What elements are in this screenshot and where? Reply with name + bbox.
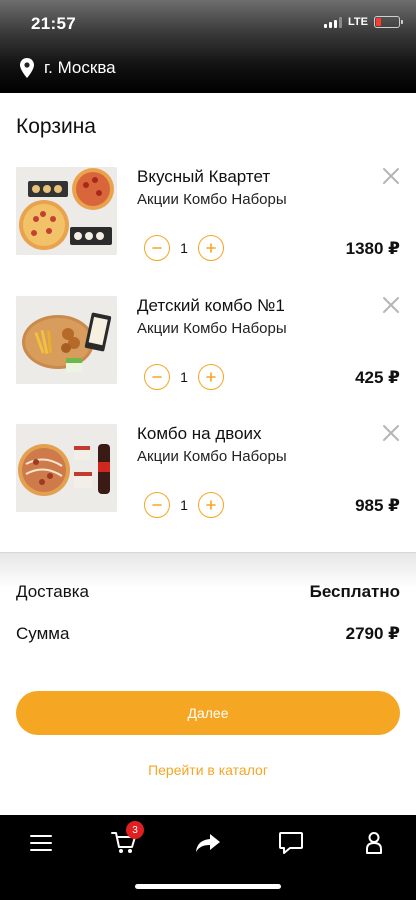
product-category: Акции Комбо Наборы [137,191,287,208]
total-value: 2790 ₽ [345,624,400,643]
product-price: 1380 ₽ [345,239,400,258]
app-header: 21:57 LTE г. Москва [0,0,416,93]
cart-item: Комбо на двоих Акции Комбо Наборы 1 985 … [0,424,416,544]
cart-item: Вкусный Квартет Акции Комбо Наборы 1 138… [0,167,416,287]
product-price: 425 ₽ [355,368,400,387]
quantity-stepper: 1 [144,364,224,390]
chat-icon [279,832,303,854]
tab-profile[interactable] [354,827,394,859]
plus-icon [206,500,216,510]
quantity-value: 1 [180,240,188,256]
close-icon[interactable] [382,167,400,185]
plus-icon [206,243,216,253]
product-image [16,296,117,384]
status-time: 21:57 [31,14,76,33]
product-title: Комбо на двоих [137,424,262,443]
plus-icon [206,372,216,382]
delivery-row: Доставка Бесплатно [16,582,400,602]
close-icon[interactable] [382,296,400,314]
decrease-button[interactable] [144,492,170,518]
tab-menu[interactable] [21,827,61,859]
increase-button[interactable] [198,235,224,261]
increase-button[interactable] [198,364,224,390]
profile-icon [366,832,382,854]
cart-item: Детский комбо №1 Акции Комбо Наборы 1 42… [0,296,416,416]
next-button[interactable]: Далее [16,691,400,735]
decrease-button[interactable] [144,364,170,390]
status-indicators: LTE [324,16,403,28]
tab-cart[interactable]: 3 [104,821,144,859]
home-indicator [135,884,281,889]
decrease-button[interactable] [144,235,170,261]
catalog-link[interactable]: Перейти в каталог [0,762,416,778]
minus-icon [152,376,162,378]
network-label: LTE [348,16,368,28]
quantity-value: 1 [180,369,188,385]
delivery-label: Доставка [16,582,90,601]
close-icon[interactable] [382,424,400,442]
increase-button[interactable] [198,492,224,518]
tab-share[interactable] [188,827,228,859]
product-category: Акции Комбо Наборы [137,320,287,337]
product-image [16,167,117,255]
product-title: Вкусный Квартет [137,167,271,186]
menu-icon [30,835,52,851]
product-category: Акции Комбо Наборы [137,448,287,465]
city-label: г. Москва [44,58,116,77]
tab-chat[interactable] [271,827,311,859]
product-title: Детский комбо №1 [137,296,285,315]
page-title: Корзина [16,115,96,138]
product-price: 985 ₽ [355,496,400,515]
share-icon [196,834,220,852]
cart-badge: 3 [126,821,144,839]
quantity-stepper: 1 [144,492,224,518]
total-row: Сумма 2790 ₽ [16,624,400,644]
signal-icon [324,16,343,28]
total-label: Сумма [16,624,70,643]
product-image [16,424,117,512]
location-pin-icon [20,58,34,78]
delivery-value: Бесплатно [309,582,400,601]
battery-icon [374,16,403,28]
minus-icon [152,247,162,249]
minus-icon [152,504,162,506]
quantity-stepper: 1 [144,235,224,261]
location-selector[interactable]: г. Москва [20,58,116,78]
quantity-value: 1 [180,497,188,513]
